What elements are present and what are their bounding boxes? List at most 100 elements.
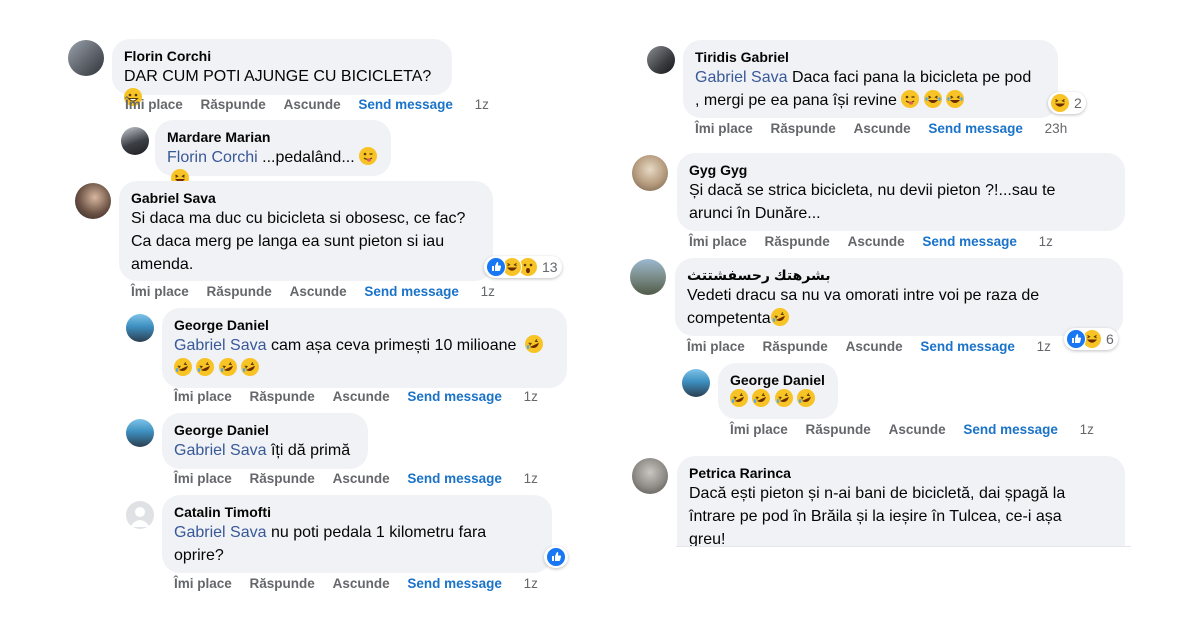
- reply-action[interactable]: Răspunde: [771, 121, 836, 136]
- rolling-laughing-emoji-icon: [524, 335, 543, 353]
- comment-author[interactable]: George Daniel: [174, 316, 555, 334]
- mention-link[interactable]: Florin Corchi: [167, 149, 258, 166]
- avatar[interactable]: [126, 419, 154, 447]
- hide-action[interactable]: Ascunde: [284, 97, 341, 112]
- comment-text: DAR CUM POTI AJUNGE CU BICICLETA?: [124, 68, 432, 85]
- comment-bubble: Gabriel Sava Si daca ma duc cu bicicleta…: [119, 181, 493, 281]
- reply-action[interactable]: Răspunde: [765, 234, 830, 249]
- hide-action[interactable]: Ascunde: [846, 339, 903, 354]
- comment-text-line: nu poti pedala 1 kilometru fara: [266, 524, 487, 541]
- mention-link[interactable]: Gabriel Sava: [174, 524, 267, 541]
- comment-actions: Îmi place Răspunde Ascunde Send message …: [687, 339, 1051, 354]
- comment-author[interactable]: Catalin Timofti: [174, 503, 540, 521]
- send-message-action[interactable]: Send message: [358, 97, 453, 112]
- mention-link[interactable]: Gabriel Sava: [174, 337, 267, 354]
- reaction-count: 6: [1106, 331, 1114, 347]
- avatar[interactable]: [126, 314, 154, 342]
- like-action[interactable]: Îmi place: [730, 422, 788, 437]
- reaction-summary[interactable]: 13: [484, 256, 562, 278]
- send-message-action[interactable]: Send message: [407, 389, 502, 404]
- comment-time[interactable]: 1z: [1039, 234, 1053, 249]
- send-message-action[interactable]: Send message: [364, 284, 459, 299]
- rolling-laughing-emoji-icon: [218, 358, 237, 376]
- mention-link[interactable]: Gabriel Sava: [695, 69, 788, 86]
- comment-time[interactable]: 1z: [524, 576, 538, 591]
- divider: [676, 546, 1131, 547]
- comment-time[interactable]: 1z: [475, 97, 489, 112]
- mention-link[interactable]: Gabriel Sava: [174, 442, 267, 459]
- comment-time[interactable]: 1z: [481, 284, 495, 299]
- reply-action[interactable]: Răspunde: [763, 339, 828, 354]
- like-action[interactable]: Îmi place: [174, 471, 232, 486]
- comment-text-line: arunci în Dunăre...: [689, 205, 821, 222]
- reply-action[interactable]: Răspunde: [207, 284, 272, 299]
- haha-reaction-icon: [1050, 93, 1070, 113]
- comment-time[interactable]: 1z: [1037, 339, 1051, 354]
- reply-action[interactable]: Răspunde: [201, 97, 266, 112]
- comment-text-line: Daca faci pana la bicicleta pe pod: [787, 69, 1032, 86]
- reply-action[interactable]: Răspunde: [806, 422, 871, 437]
- comment-text-line: Dacă ești pieton și n-ai bani de bicicle…: [689, 485, 1066, 502]
- comment-author[interactable]: George Daniel: [174, 421, 356, 439]
- avatar[interactable]: [632, 155, 668, 191]
- like-reaction-icon: [1066, 329, 1086, 349]
- comment-time[interactable]: 1z: [524, 389, 538, 404]
- reply-action[interactable]: Răspunde: [250, 471, 315, 486]
- comment-text-line: Vedeti dracu sa nu va omorati intre voi …: [687, 287, 1040, 304]
- like-action[interactable]: Îmi place: [174, 389, 232, 404]
- avatar[interactable]: [647, 46, 675, 74]
- comment-actions: Îmi place Răspunde Ascunde Send message …: [695, 121, 1067, 136]
- comment-bubble: Mardare Marian Florin Corchi ...pedalând…: [155, 120, 391, 187]
- avatar[interactable]: [630, 259, 666, 295]
- hide-action[interactable]: Ascunde: [848, 234, 905, 249]
- hide-action[interactable]: Ascunde: [290, 284, 347, 299]
- reaction-summary[interactable]: 2: [1048, 92, 1086, 114]
- send-message-action[interactable]: Send message: [963, 422, 1058, 437]
- comment-bubble: Florin Corchi DAR CUM POTI AJUNGE CU BIC…: [112, 39, 452, 106]
- avatar[interactable]: [75, 183, 111, 219]
- reaction-summary[interactable]: [544, 546, 568, 568]
- avatar[interactable]: [121, 127, 149, 155]
- comment-time[interactable]: 1z: [1080, 422, 1094, 437]
- avatar[interactable]: [632, 458, 668, 494]
- rolling-laughing-emoji-icon: [196, 358, 215, 376]
- comment-author[interactable]: Gabriel Sava: [131, 189, 481, 207]
- comment-author[interactable]: Mardare Marian: [167, 128, 379, 146]
- send-message-action[interactable]: Send message: [407, 576, 502, 591]
- reaction-summary[interactable]: 6: [1064, 328, 1118, 350]
- comment-time[interactable]: 23h: [1045, 121, 1068, 136]
- avatar[interactable]: [682, 369, 710, 397]
- like-action[interactable]: Îmi place: [695, 121, 753, 136]
- send-message-action[interactable]: Send message: [407, 471, 502, 486]
- comment-author[interactable]: Florin Corchi: [124, 47, 440, 65]
- comment-time[interactable]: 1z: [524, 471, 538, 486]
- like-reaction-icon: [486, 257, 506, 277]
- comment-author[interactable]: Petrica Rarinca: [689, 464, 1113, 482]
- comment-bubble: Gyg Gyg Și dacă se strica bicicleta, nu …: [677, 153, 1125, 231]
- like-action[interactable]: Îmi place: [687, 339, 745, 354]
- like-action[interactable]: Îmi place: [174, 576, 232, 591]
- avatar[interactable]: [68, 40, 104, 76]
- hide-action[interactable]: Ascunde: [333, 389, 390, 404]
- comment-author[interactable]: George Daniel: [730, 371, 826, 389]
- hide-action[interactable]: Ascunde: [854, 121, 911, 136]
- comment-actions: Îmi place Răspunde Ascunde Send message …: [131, 284, 495, 299]
- like-action[interactable]: Îmi place: [689, 234, 747, 249]
- send-message-action[interactable]: Send message: [928, 121, 1023, 136]
- hide-action[interactable]: Ascunde: [333, 471, 390, 486]
- send-message-action[interactable]: Send message: [920, 339, 1015, 354]
- comment-text-line: competenta: [687, 310, 771, 327]
- reply-action[interactable]: Răspunde: [250, 576, 315, 591]
- reply-action[interactable]: Răspunde: [250, 389, 315, 404]
- send-message-action[interactable]: Send message: [922, 234, 1017, 249]
- rolling-laughing-emoji-icon: [774, 389, 793, 407]
- comment-author[interactable]: Gyg Gyg: [689, 161, 1113, 179]
- default-avatar-icon[interactable]: [126, 501, 154, 529]
- like-action[interactable]: Îmi place: [125, 97, 183, 112]
- winking-tongue-emoji-icon: [901, 90, 920, 108]
- like-action[interactable]: Îmi place: [131, 284, 189, 299]
- comment-author[interactable]: Tiridis Gabriel: [695, 48, 1046, 66]
- hide-action[interactable]: Ascunde: [889, 422, 946, 437]
- comment-author[interactable]: بشرهتك رحسفشتتث: [687, 266, 1111, 284]
- hide-action[interactable]: Ascunde: [333, 576, 390, 591]
